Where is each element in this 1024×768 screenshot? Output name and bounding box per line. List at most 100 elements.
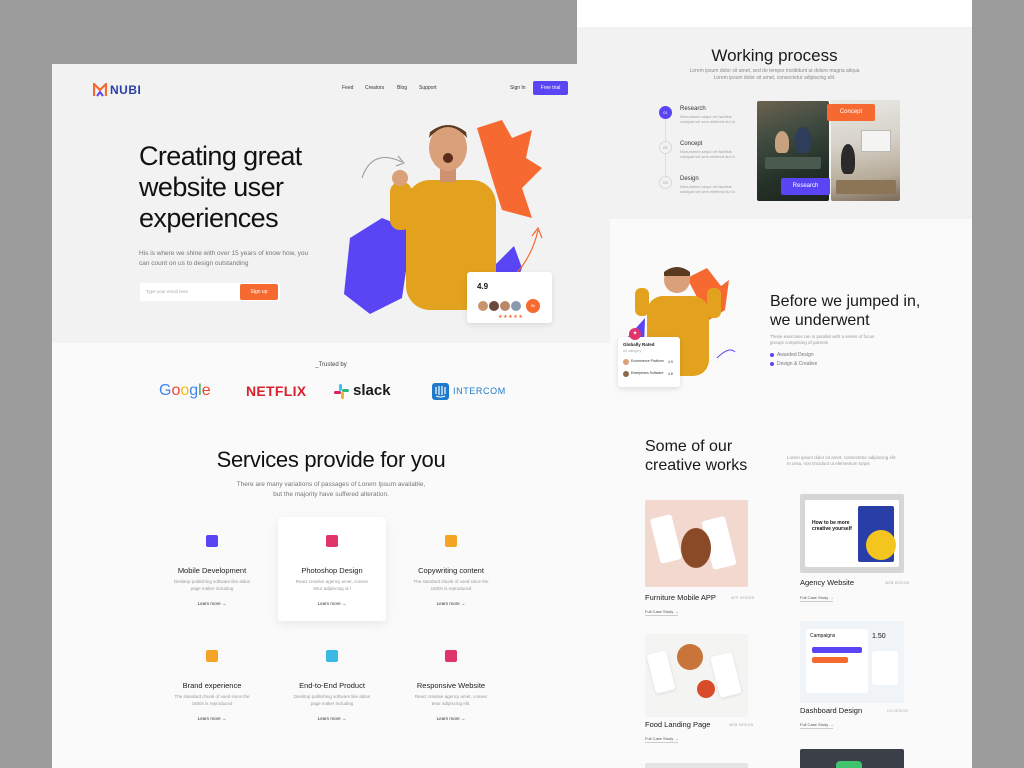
arrow-right-icon: → xyxy=(459,716,466,721)
step-number-3[interactable]: 03 xyxy=(659,176,672,189)
project-name-furniture[interactable]: Furniture Mobile APP xyxy=(645,593,716,602)
service-card-photoshop-design[interactable]: Photoshop Design React creative agency am… xyxy=(278,517,386,621)
avatar xyxy=(510,300,522,312)
link-label: Full Case Study xyxy=(800,722,829,727)
service-description: The standard chunk of used since the 150… xyxy=(174,694,250,706)
before-description: These exercises ran in parallel with a s… xyxy=(770,334,875,345)
arrow-right-icon: → xyxy=(674,736,679,741)
step-desc-concept: Nonummen sequi vel facilisis volutpat ve… xyxy=(680,149,735,159)
learn-more-link[interactable]: Learn more → xyxy=(397,716,505,721)
project-name-dashboard[interactable]: Dashboard Design xyxy=(800,706,862,715)
project-thumbnail-partial[interactable] xyxy=(800,749,904,768)
sign-up-button[interactable]: Sign up xyxy=(240,284,278,300)
service-card-brand-experience[interactable]: Brand experience The standard chunk of us… xyxy=(158,632,266,736)
creative-works-title: Some of our creative works xyxy=(645,437,785,475)
step-title-research[interactable]: Research xyxy=(680,106,706,112)
step-number-1[interactable]: 01 xyxy=(659,106,672,119)
service-card-end-to-end-product[interactable]: End-to-End Product Desktop publishing sof… xyxy=(278,632,386,736)
learn-more-link[interactable]: Learn more → xyxy=(278,601,386,606)
full-case-study-link[interactable]: Full Case Study → xyxy=(645,736,679,743)
project-tag: WEB DESIGN xyxy=(729,723,754,727)
link-label: Full Case Study xyxy=(645,609,674,614)
link-label: Full Case Study xyxy=(800,595,829,600)
arrow-right-icon: → xyxy=(340,601,347,606)
slack-logo-icon xyxy=(334,384,349,399)
sign-in-link[interactable]: Sign In xyxy=(510,85,526,91)
nav-blog[interactable]: Blog xyxy=(397,85,407,91)
service-card-responsive-website[interactable]: Responsive Website React creative agency … xyxy=(397,632,505,736)
free-trial-button[interactable]: Free trial xyxy=(533,81,568,95)
arrow-right-icon: → xyxy=(459,601,466,606)
learn-more-link[interactable]: Learn more → xyxy=(158,601,266,606)
logo-wordmark[interactable]: NUBI xyxy=(110,83,141,97)
service-description: Desktop publishing software like aldus p… xyxy=(293,694,371,706)
link-label: Learn more xyxy=(317,716,341,721)
working-process-title: Working process xyxy=(711,46,838,65)
arrow-right-icon: → xyxy=(829,722,834,727)
nav-feed[interactable]: Feed xyxy=(342,85,353,91)
food-landing-thumbnail[interactable] xyxy=(645,634,748,717)
full-case-study-link[interactable]: Full Case Study → xyxy=(645,609,679,616)
intercom-logo-icon xyxy=(432,383,449,400)
learn-more-link[interactable]: Learn more → xyxy=(158,716,266,721)
bullet-dot xyxy=(770,352,774,357)
nav-support[interactable]: Support xyxy=(419,85,437,91)
intercom-logo: INTERCOM xyxy=(453,386,506,396)
full-case-study-link[interactable]: Full Case Study → xyxy=(800,722,834,729)
card-row-value: 4.9 xyxy=(668,360,673,364)
project-name-food[interactable]: Food Landing Page xyxy=(645,720,710,729)
service-title: Copywriting content xyxy=(418,566,484,575)
hero-title: Creating great website user experiences xyxy=(139,141,302,233)
step-title-design[interactable]: Design xyxy=(680,176,699,182)
service-card-mobile-development[interactable]: Mobile Development Desktop publishing sof… xyxy=(158,517,266,621)
award-ribbon-icon: ✦ xyxy=(629,328,641,340)
working-process-subtitle-2: Lorem ipsum dolor sit amet, consectetur … xyxy=(713,75,836,81)
link-label: Learn more xyxy=(317,601,341,606)
dashboard-label: Campaigns xyxy=(810,633,836,639)
card-row-value: 4.8 xyxy=(668,372,673,376)
creative-works-description: Lorem ipsum dolor sit amet, consectetur … xyxy=(787,455,897,466)
box-icon xyxy=(326,650,338,662)
project-thumbnail-partial[interactable] xyxy=(645,763,748,768)
creative-works-line-2: creative works xyxy=(645,457,748,474)
project-name-agency[interactable]: Agency Website xyxy=(800,578,854,587)
service-description: The standard chunk of used since the 150… xyxy=(413,579,489,591)
rating-value: 4.9 xyxy=(477,282,489,291)
bullet-label: Awarded Design xyxy=(777,352,814,358)
furniture-app-thumbnail[interactable] xyxy=(645,500,748,587)
avatar xyxy=(623,359,629,365)
before-title-line-2: we underwent xyxy=(770,312,870,329)
learn-more-link[interactable]: Learn more → xyxy=(278,716,386,721)
nubi-logo-icon xyxy=(93,83,107,97)
service-title: Responsive Website xyxy=(416,681,486,690)
full-case-study-link[interactable]: Full Case Study → xyxy=(800,595,834,602)
service-card-copywriting-content[interactable]: Copywriting content The standard chunk of… xyxy=(397,517,505,621)
learn-more-link[interactable]: Learn more → xyxy=(397,601,505,606)
service-description: React creative agency amet, consec tetur… xyxy=(295,579,369,591)
chart-icon xyxy=(206,650,218,662)
arrow-right-icon: → xyxy=(829,595,834,600)
review-count-badge: 5k xyxy=(526,299,540,313)
nav-creators[interactable]: Creators xyxy=(365,85,384,91)
hero-subtitle: His is where we shine with over 15 years… xyxy=(139,250,309,267)
arrow-right-icon: → xyxy=(340,716,347,721)
globally-rated-card: Globally Rated All category Ecommerce Pl… xyxy=(618,337,680,387)
working-process-subtitle-1: Lorem ipsum dolor sit amet, sed do tempo… xyxy=(689,68,860,74)
google-logo: Google xyxy=(159,382,211,399)
pen-tool-icon xyxy=(326,535,338,547)
dashboard-design-thumbnail[interactable]: Campaigns 1.50 xyxy=(800,621,904,703)
step-number-2[interactable]: 02 xyxy=(659,141,672,154)
step-title-concept[interactable]: Concept xyxy=(680,141,702,147)
agency-website-thumbnail[interactable]: How to be more creative yourself xyxy=(800,494,904,573)
monitor-icon xyxy=(445,650,457,662)
service-title: Mobile Development xyxy=(177,566,247,575)
concept-badge: Concept xyxy=(827,104,875,121)
top-strip xyxy=(577,0,972,27)
pencil-icon xyxy=(445,535,457,547)
link-label: Learn more xyxy=(197,716,221,721)
card-row-name: Ecommerce Platform xyxy=(631,359,664,363)
netflix-logo: NETFLIX xyxy=(246,383,307,399)
bullet-label: Design & Creative xyxy=(777,361,818,367)
link-label: Full Case Study xyxy=(645,736,674,741)
right-page-preview: Working process Lorem ipsum dolor sit am… xyxy=(577,0,972,768)
